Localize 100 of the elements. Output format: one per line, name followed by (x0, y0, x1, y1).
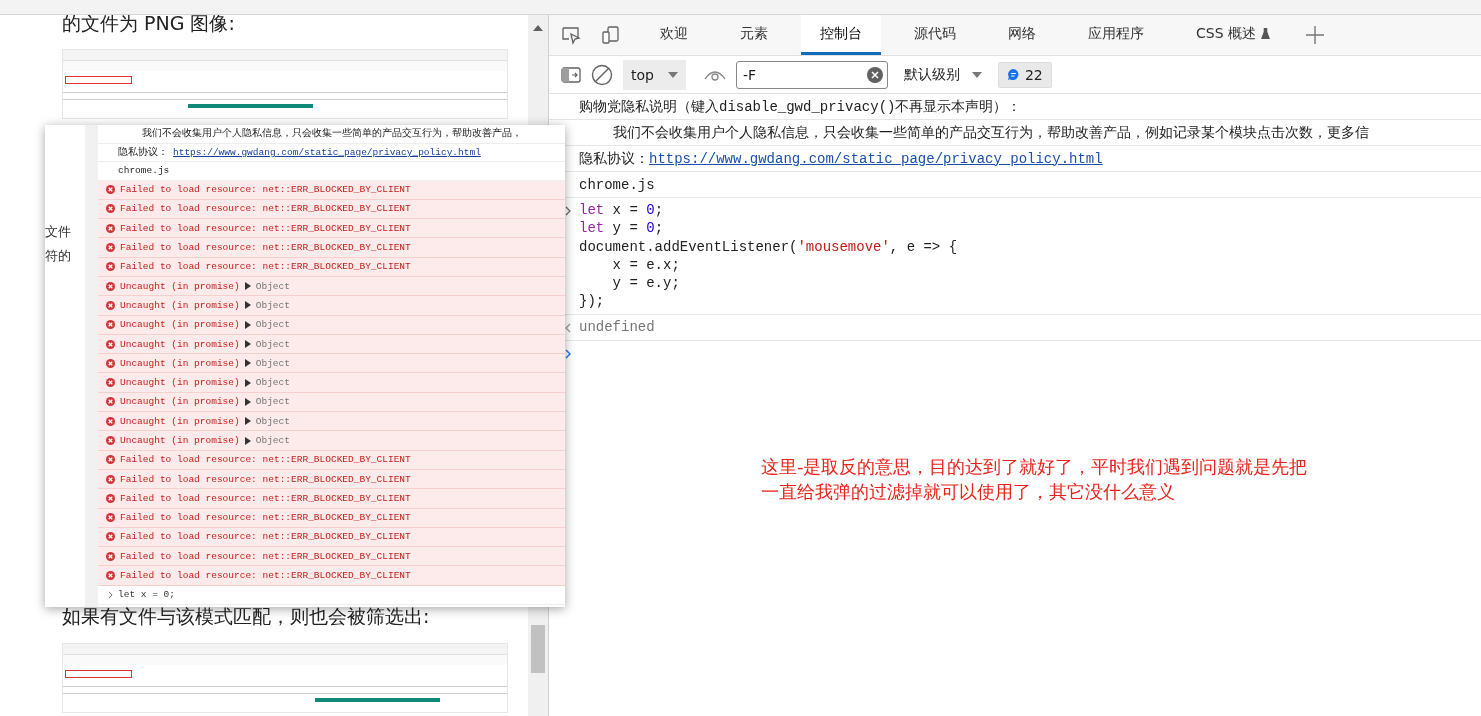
annotation-text: 这里-是取反的意思，目的达到了就好了，平时我们遇到问题就是先把 一直给我弹的过滤掉就可以使用了，其它没什么意义 (761, 455, 1308, 504)
expand-triangle-icon[interactable] (244, 436, 251, 445)
devtools-tab[interactable]: 元素 (721, 15, 787, 55)
devtools-tab[interactable]: CSS 概述 (1177, 15, 1289, 55)
code-line: }); (579, 292, 606, 311)
error-icon (106, 223, 115, 233)
expand-triangle-icon[interactable] (244, 397, 251, 406)
error-icon (106, 243, 115, 253)
issues-counter[interactable]: 22 (997, 61, 1052, 88)
expand-triangle-icon[interactable] (244, 282, 251, 291)
error-message: Failed to load resource: net::ERR_BLOCKED_BY_CLIENT (120, 222, 411, 234)
error-icon (106, 493, 115, 503)
device-icon[interactable] (601, 25, 621, 45)
filter-field[interactable]: -F (735, 60, 888, 89)
code-line: document.addEventListener('mousemove', e => { (579, 237, 958, 256)
error-icon (106, 281, 115, 291)
message-icon (1006, 68, 1020, 81)
devtools-tab[interactable]: 控制台 (801, 15, 881, 55)
log-message: chrome.js (579, 176, 655, 193)
log-message: 我们不会收集用户个人隐私信息，只会收集一些简单的产品交互行为，帮助改善产品，例如记录某个模块点击次数，更多信 (612, 123, 1369, 142)
error-icon (106, 320, 115, 330)
article-text-fragment: 文件 (45, 223, 72, 241)
expand-triangle-icon[interactable] (244, 320, 251, 329)
scroll-up-icon[interactable] (533, 25, 543, 31)
error-icon (106, 185, 115, 195)
expand-triangle-icon[interactable] (244, 301, 251, 310)
prompt-chevron-icon (108, 590, 113, 599)
object-link[interactable]: Object (255, 377, 290, 389)
error-message: Uncaught (in promise) (120, 435, 240, 446)
object-link[interactable]: Object (255, 280, 290, 292)
error-icon (106, 551, 115, 561)
object-link[interactable]: Object (255, 357, 290, 369)
code-line: y = e.y; (611, 274, 681, 293)
inspect-icon[interactable] (561, 25, 581, 45)
error-message: Failed to load resource: net::ERR_BLOCKED_BY_CLIENT (120, 570, 411, 582)
expand-triangle-icon[interactable] (244, 417, 251, 426)
error-icon (106, 513, 115, 523)
result-chevron-icon (565, 322, 571, 333)
devtools-tab[interactable]: 欢迎 (641, 15, 707, 55)
error-message: Failed to load resource: net::ERR_BLOCKED_BY_CLIENT (120, 203, 411, 215)
error-icon (106, 416, 115, 426)
error-icon (106, 262, 115, 272)
log-message: 隐私协议： (118, 145, 168, 159)
privacy-link[interactable]: https://www.gwdang.com/static_page/privacy_policy.html (173, 146, 481, 158)
clear-icon[interactable] (866, 66, 883, 83)
object-link[interactable]: Object (255, 415, 290, 427)
error-message: Uncaught (in promise) (120, 299, 240, 311)
devtools-tab[interactable]: 网络 (989, 15, 1055, 55)
add-tab-icon[interactable] (1305, 25, 1325, 45)
error-message: Uncaught (in promise) (120, 415, 240, 427)
error-message: Failed to load resource: net::ERR_BLOCKED_BY_CLIENT (120, 184, 411, 196)
devtools-tab[interactable]: 源代码 (895, 15, 975, 55)
log-message: chrome.js (118, 165, 170, 177)
error-icon (106, 358, 115, 368)
error-message: Uncaught (in promise) (120, 396, 240, 408)
log-level-dropdown[interactable]: 默认级别 (897, 64, 988, 85)
scrollbar-thumb[interactable] (531, 625, 545, 673)
error-message: Uncaught (in promise) (120, 377, 240, 389)
error-message: Uncaught (in promise) (120, 357, 240, 369)
object-link[interactable]: Object (255, 396, 290, 408)
devtools-tab[interactable]: 应用程序 (1069, 15, 1163, 55)
error-icon (106, 300, 115, 310)
error-icon (106, 455, 115, 465)
log-message: 购物党隐私说明（键入disable_gwd_privacy()不再显示本声明）： (579, 97, 1022, 116)
object-link[interactable]: Object (255, 319, 290, 331)
error-message: Failed to load resource: net::ERR_BLOCKED_BY_CLIENT (120, 261, 411, 273)
error-icon (106, 436, 115, 445)
error-message: Failed to load resource: net::ERR_BLOCKED_BY_CLIENT (120, 492, 411, 504)
prompt-chevron-icon (565, 348, 571, 359)
error-icon (106, 474, 115, 484)
console-input-text: let x = 0; (118, 589, 175, 601)
error-message: Failed to load resource: net::ERR_BLOCKED_BY_CLIENT (120, 531, 411, 543)
expand-triangle-icon[interactable] (244, 378, 251, 387)
privacy-link[interactable]: https://www.gwdang.com/static_page/privacy_policy.html (649, 150, 1103, 167)
error-message: Uncaught (in promise) (120, 280, 240, 292)
object-link[interactable]: Object (255, 299, 290, 311)
log-message: 隐私协议： (579, 149, 649, 168)
article-text-fragment: 符的 (45, 247, 72, 265)
result-value: undefined (579, 319, 655, 336)
caret-icon (667, 71, 678, 78)
article-text: 如果有文件与该模式匹配，则也会被筛选出: (62, 604, 431, 629)
object-link[interactable]: Object (255, 338, 290, 350)
error-icon (106, 378, 115, 388)
error-message: Uncaught (in promise) (120, 319, 240, 331)
clear-console-icon[interactable] (591, 63, 613, 86)
error-icon (106, 397, 115, 407)
error-message: Failed to load resource: net::ERR_BLOCKED_BY_CLIENT (120, 550, 411, 562)
object-link[interactable]: Object (255, 435, 290, 446)
error-message: Uncaught (in promise) (120, 338, 240, 350)
expand-triangle-icon[interactable] (244, 340, 251, 348)
code-line: x = e.x; (611, 255, 681, 275)
error-icon (106, 339, 115, 349)
error-message: Failed to load resource: net::ERR_BLOCKED_BY_CLIENT (120, 242, 411, 254)
sidebar-toggle-icon[interactable] (561, 66, 581, 83)
error-message: Failed to load resource: net::ERR_BLOCKED_BY_CLIENT (120, 473, 411, 485)
expand-triangle-icon[interactable] (244, 359, 251, 368)
error-message: Failed to load resource: net::ERR_BLOCKED_BY_CLIENT (120, 512, 411, 524)
context-dropdown[interactable]: top (623, 59, 686, 90)
error-icon (106, 204, 115, 214)
input-chevron-icon (565, 206, 571, 216)
